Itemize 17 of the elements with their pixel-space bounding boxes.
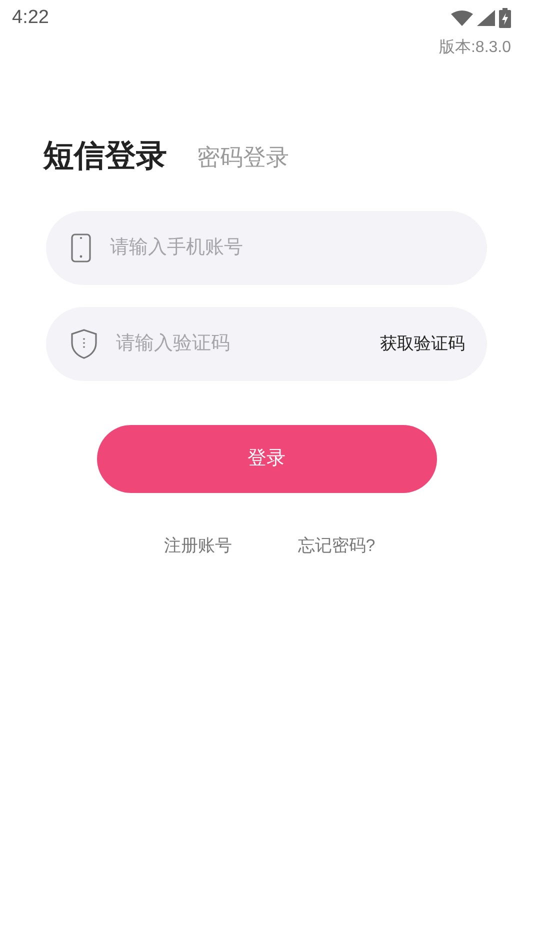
get-code-button[interactable]: 获取验证码 — [380, 331, 465, 357]
version-label: 版本:8.3.0 — [438, 38, 511, 58]
login-button[interactable]: 登录 — [96, 425, 436, 493]
phone-field[interactable]: 请输入手机账号 — [46, 211, 487, 285]
login-tab[interactable]: 密码登录 — [197, 146, 289, 171]
phone-input-field[interactable]: 请输入手机账号 — [110, 234, 465, 262]
code-input-field[interactable]: 请输入验证码 — [116, 330, 362, 358]
status-time: 4:22 — [12, 6, 49, 30]
forgot-password-link[interactable]: 忘记密码? — [298, 533, 376, 558]
wifi-icon — [451, 10, 473, 26]
phone-icon — [70, 233, 92, 263]
battery-icon — [499, 8, 511, 28]
shield-icon — [70, 328, 98, 360]
code-field[interactable]: 请输入验证码 获取验证码 — [46, 307, 487, 381]
login-tab[interactable]: 短信登录 — [43, 140, 167, 171]
register-link[interactable]: 注册账号 — [164, 533, 232, 558]
signal-icon — [477, 10, 495, 26]
